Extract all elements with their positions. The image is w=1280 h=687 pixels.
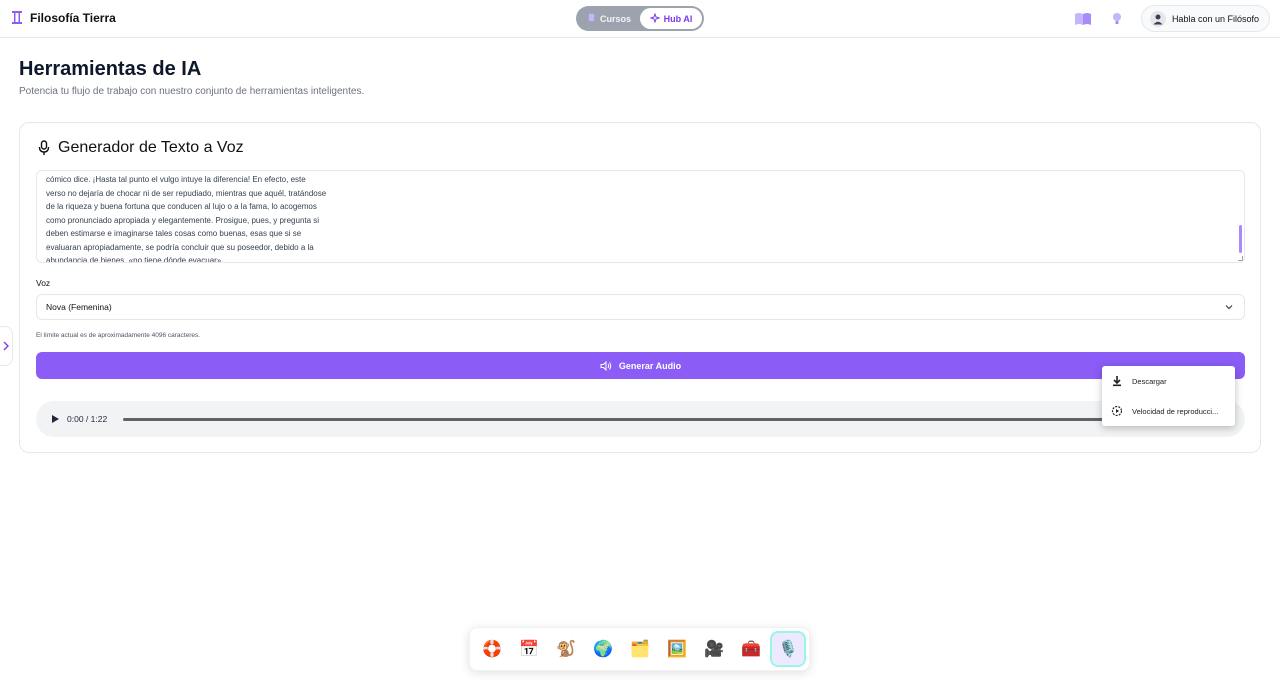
dock-item-camera[interactable]: 🎥 [698,633,730,665]
generate-audio-button[interactable]: Generar Audio [36,352,1245,379]
dock-item-image[interactable]: 🖼️ [661,633,693,665]
microphone-icon [38,140,50,155]
generate-audio-label: Generar Audio [618,360,682,371]
top-bar: Filosofía Tierra Cursos Hub AI Habla con [0,0,1280,38]
menu-item-playback-speed[interactable]: Velocidad de reproducci... [1102,396,1235,426]
tts-text-content: cómico dice. ¡Hasta tal punto el vulgo i… [46,173,376,263]
menu-item-download[interactable]: Descargar [1102,366,1235,396]
toolbox-icon: 🧰 [741,641,761,658]
playback-time: 0:00 / 1:22 [67,414,108,424]
card-title: Generador de Texto a Voz [38,139,244,157]
camera-icon: 🎥 [704,641,724,658]
dock-item-lifebuoy[interactable]: 🛟 [476,633,508,665]
card-title-text: Generador de Texto a Voz [58,139,244,156]
tts-card: Generador de Texto a Voz cómico dice. ¡H… [19,122,1261,453]
text-line: como pronunciado apropiada y elegantemen… [46,215,320,225]
lifebuoy-icon: 🛟 [482,641,502,658]
lightbulb-icon[interactable] [1107,9,1127,29]
tab-hub-ai[interactable]: Hub AI [640,8,702,29]
book-open-icon[interactable] [1073,9,1093,29]
dock-item-monkey[interactable]: 🐒 [550,633,582,665]
top-right-actions: Habla con un Filósofo [1073,5,1270,32]
text-line: abundancia de bienes, «no tiene dónde ev… [46,256,224,263]
character-limit-note: El límite actual es de aproximadamente 4… [36,332,201,339]
tab-cursos[interactable]: Cursos [578,8,640,29]
brand[interactable]: Filosofía Tierra [10,10,116,26]
download-icon [1113,376,1121,387]
text-line: verso no dejaría de chocar ni de ser rep… [46,188,327,198]
playback-speed-label: Velocidad de reproducci... [1132,406,1219,416]
textarea-resize-handle[interactable] [1238,256,1243,261]
chevron-down-icon [1225,305,1233,310]
section-switcher: Cursos Hub AI [576,6,704,31]
download-label: Descargar [1132,376,1167,386]
dock-item-toolbox[interactable]: 🧰 [735,633,767,665]
chevron-right-icon [3,341,9,351]
playback-progress-bar[interactable] [123,418,1133,421]
calendar-icon: 📅 [519,641,539,658]
monkey-icon: 🐒 [556,641,576,658]
page-title: Herramientas de IA [19,58,202,80]
book-icon [587,13,596,24]
playback-speed-icon [1111,405,1123,417]
folder-icon: 🗂️ [630,641,650,658]
philosopher-avatar [1149,10,1166,27]
text-line: deben estimarse e imaginarse tales cosas… [46,229,302,238]
talk-button-label: Habla con un Filósofo [1171,13,1259,24]
sidebar-toggle[interactable] [0,326,13,366]
voice-label: Voz [36,278,51,288]
page-subtitle: Potencia tu flujo de trabajo con nuestro… [19,86,365,97]
audio-player: 0:00 / 1:22 [36,401,1245,437]
talk-to-philosopher-button[interactable]: Habla con un Filósofo [1140,5,1270,32]
tab-cursos-label: Cursos [599,13,631,24]
image-icon: 🖼️ [667,641,687,658]
speaker-icon [600,360,612,371]
sparkle-icon [649,11,661,25]
play-icon[interactable] [49,413,61,425]
brand-name: Filosofía Tierra [30,11,116,25]
tool-dock: 🛟 📅 🐒 🌍 🗂️ 🖼️ 🎥 🧰 🎙️ [469,627,810,671]
dock-item-calendar[interactable]: 📅 [513,633,545,665]
microphone-icon: 🎙️ [778,641,798,658]
tab-hub-ai-label: Hub AI [663,13,693,24]
text-line: cómico dice. ¡Hasta tal punto el vulgo i… [46,175,306,184]
dock-item-globe[interactable]: 🌍 [587,633,619,665]
column-logo-icon [12,11,22,24]
dock-item-microphone[interactable]: 🎙️ [772,633,804,665]
textarea-scrollbar[interactable] [1239,225,1242,253]
globe-icon: 🌍 [593,641,613,658]
tts-text-input[interactable]: cómico dice. ¡Hasta tal punto el vulgo i… [36,170,1245,263]
player-options-menu: Descargar Velocidad de reproducci... [1102,366,1235,426]
dock-item-folder[interactable]: 🗂️ [624,633,656,665]
text-line: evaluaran apropiadamente, se podría conc… [46,242,314,252]
voice-selected-value: Nova (Femenina) [46,302,112,312]
text-line: de la riqueza y buena fortuna que conduc… [46,202,317,211]
voice-select[interactable]: Nova (Femenina) [36,294,1245,320]
